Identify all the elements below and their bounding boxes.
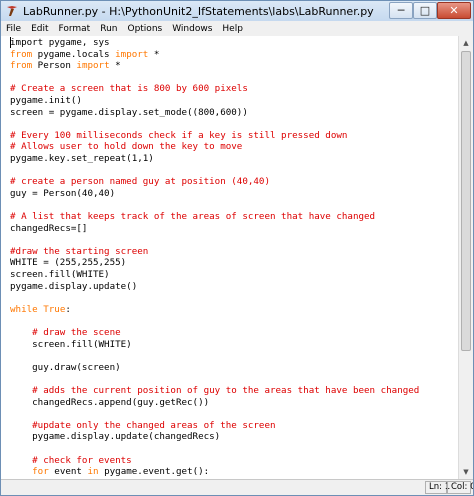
code-token: * [148, 48, 160, 60]
code-token: import [115, 48, 149, 60]
code-token: # Every 100 milliseconds check if a key … [10, 129, 348, 141]
code-token: pygame.event.get(): [98, 466, 210, 478]
code-token: True [43, 303, 66, 315]
code-token: from [10, 60, 33, 72]
menu-edit[interactable]: Edit [26, 24, 53, 34]
code-token: # A list that keeps track of the areas o… [10, 211, 376, 222]
code-line[interactable]: changedRecs.append(guy.getRec()) [10, 397, 209, 409]
code-line[interactable]: pygame.display.update(changedRecs) [10, 431, 220, 443]
code-line[interactable]: # create a person named guy at position … [10, 176, 270, 188]
code-token: # adds the current position of guy to th… [32, 385, 420, 396]
code-line[interactable]: screen.fill(WHITE) [10, 339, 132, 351]
code-line[interactable]: # Create a screen that is 800 by 600 pix… [10, 83, 248, 95]
code-line[interactable]: guy.draw(screen) [10, 362, 121, 374]
menu-windows[interactable]: Windows [167, 24, 217, 34]
scroll-up-arrow-icon[interactable]: ▲ [459, 36, 473, 50]
code-line[interactable]: from Person import * [10, 60, 121, 72]
window-title: LabRunner.py - H:\PythonUnit2_IfStatemen… [23, 4, 374, 18]
code-token: import [76, 60, 110, 72]
code-line[interactable]: # check for events [10, 455, 132, 467]
code-token: : [65, 303, 71, 315]
code-token: #update only the changed areas of the sc… [32, 419, 276, 431]
code-token: in [87, 466, 99, 478]
status-column-number: Col: 0 [447, 481, 473, 494]
code-line[interactable]: pygame.key.set_repeat(1,1) [10, 153, 154, 165]
code-token: pygame.display.update(changedRecs) [10, 431, 221, 443]
code-token: #draw the starting screen [10, 245, 149, 257]
code-token: # create a person named guy at position … [10, 176, 270, 188]
title-bar[interactable]: LabRunner.py - H:\PythonUnit2_IfStatemen… [1, 1, 473, 21]
vertical-scrollbar[interactable]: ▲ ▼ [458, 36, 473, 479]
code-token: # draw the scene [32, 327, 121, 338]
maximize-button[interactable]: □ [413, 2, 437, 19]
text-cursor [10, 37, 11, 48]
code-token: pygame.key.set_repeat(1,1) [10, 153, 154, 164]
menu-run[interactable]: Run [95, 24, 122, 34]
code-token: changedRecs.append(guy.getRec()) [10, 396, 210, 408]
code-token: Person [32, 60, 77, 72]
code-token: guy.draw(screen) [10, 361, 121, 373]
code-line[interactable]: WHITE = (255,255,255) [10, 257, 126, 269]
code-line[interactable]: from pygame.locals import * [10, 49, 159, 61]
code-token: for [32, 466, 49, 478]
code-token: pygame.locals [32, 48, 116, 60]
code-token: from [10, 48, 33, 60]
menu-format[interactable]: Format [54, 24, 96, 34]
minimize-icon: ─ [397, 4, 405, 17]
code-token: screen.fill(WHITE) [10, 338, 132, 350]
code-token: screen.fill(WHITE) [10, 269, 110, 280]
minimize-button[interactable]: ─ [389, 2, 413, 19]
code-editor[interactable]: import pygame, sys from pygame.locals imp… [1, 36, 458, 479]
status-bar: Ln: 1 Col: 0 [1, 479, 473, 495]
code-token: while [10, 303, 38, 315]
python-idle-icon [6, 5, 18, 17]
code-token: import pygame, sys [10, 37, 110, 48]
code-token: pygame.init() [10, 95, 82, 106]
code-token: * [109, 60, 121, 72]
code-token: guy = Person(40,40) [10, 187, 116, 199]
scroll-down-arrow-icon[interactable]: ▼ [459, 465, 473, 479]
code-line[interactable]: # Allows user to hold down the key to mo… [10, 141, 242, 153]
code-line[interactable]: # draw the scene [10, 327, 121, 339]
menu-file[interactable]: File [1, 24, 26, 34]
code-line[interactable]: for event in pygame.event.get(): [10, 466, 209, 478]
maximize-icon: □ [419, 4, 431, 17]
code-line[interactable]: # A list that keeps track of the areas o… [10, 211, 375, 223]
menu-help[interactable]: Help [217, 24, 248, 34]
status-line-number: Ln: 1 [425, 481, 450, 494]
code-line[interactable]: import pygame, sys [10, 37, 110, 49]
menu-options[interactable]: Options [122, 24, 167, 34]
code-line[interactable]: # Every 100 milliseconds check if a key … [10, 130, 347, 142]
close-button[interactable]: ✕ [437, 2, 471, 19]
code-token: changedRecs=[] [10, 222, 88, 234]
code-line[interactable]: pygame.display.update() [10, 281, 137, 293]
code-token: # check for events [32, 454, 132, 466]
menu-bar: File Edit Format Run Options Windows Hel… [1, 21, 473, 37]
code-line[interactable]: changedRecs=[] [10, 223, 87, 235]
code-line[interactable]: pygame.init() [10, 95, 82, 107]
code-line[interactable]: # adds the current position of guy to th… [10, 385, 419, 397]
code-token: screen = pygame.display.set_mode((800,60… [10, 106, 248, 118]
code-line[interactable]: screen = pygame.display.set_mode((800,60… [10, 107, 248, 119]
code-token: # Allows user to hold down the key to mo… [10, 141, 243, 153]
code-token: WHITE = (255,255,255) [10, 257, 127, 269]
scrollbar-thumb[interactable] [461, 51, 471, 351]
code-line[interactable]: while True: [10, 304, 71, 316]
code-token: pygame.display.update() [10, 280, 138, 292]
idle-editor-window: LabRunner.py - H:\PythonUnit2_IfStatemen… [0, 0, 474, 496]
code-line[interactable]: #update only the changed areas of the sc… [10, 419, 276, 432]
code-token: # Create a screen that is 800 by 600 pix… [10, 83, 248, 95]
close-icon: ✕ [449, 4, 459, 17]
code-token: event [48, 466, 88, 478]
code-line[interactable]: #draw the starting screen [10, 246, 148, 258]
code-line[interactable]: screen.fill(WHITE) [10, 269, 110, 281]
code-line[interactable]: guy = Person(40,40) [10, 188, 115, 200]
